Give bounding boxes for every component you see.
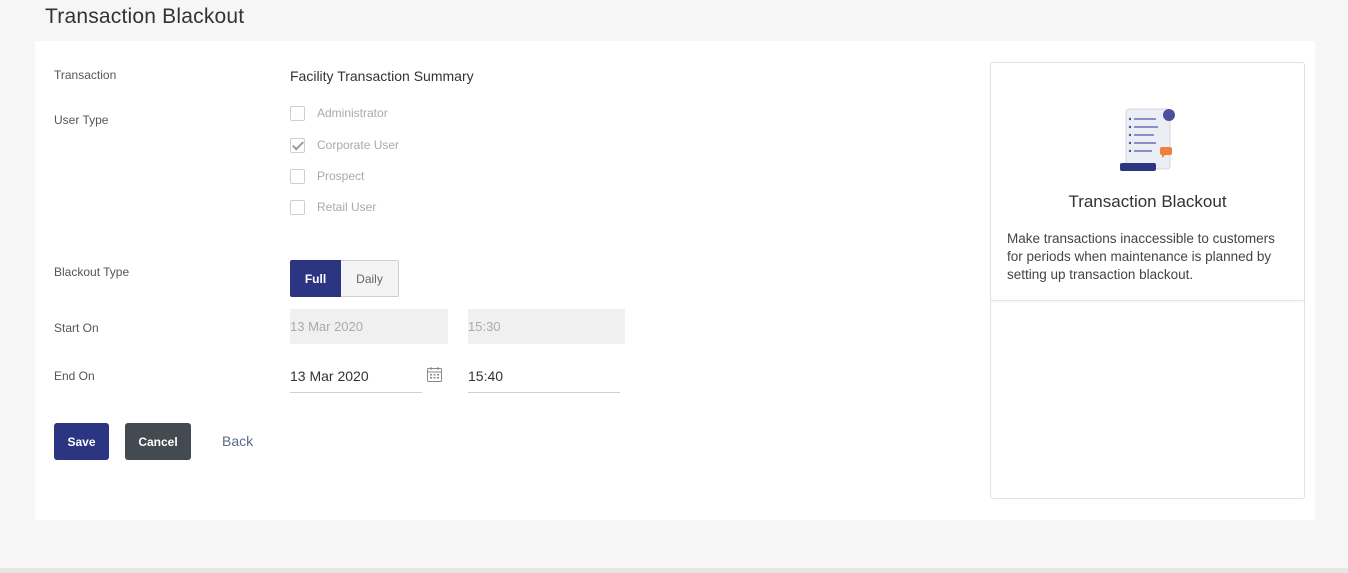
back-link[interactable]: Back [222, 433, 253, 449]
start-on-label: Start On [54, 321, 99, 335]
user-type-option-administrator[interactable]: Administrator [290, 104, 388, 122]
checkbox-label: Administrator [317, 106, 388, 120]
checkbox-label: Prospect [317, 169, 365, 183]
calendar-icon[interactable] [426, 366, 443, 383]
end-on-label: End On [54, 369, 95, 383]
info-panel-description: Make transactions inaccessible to custom… [1007, 231, 1275, 282]
checkbox[interactable] [290, 199, 305, 215]
user-type-option-corporate-user[interactable]: Corporate User [290, 136, 399, 154]
start-date-field: 13 Mar 2020 [290, 309, 448, 344]
user-type-label: User Type [54, 113, 109, 127]
blackout-type-label: Blackout Type [54, 265, 130, 279]
cancel-button[interactable]: Cancel [125, 423, 191, 460]
user-type-option-prospect[interactable]: Prospect [290, 167, 364, 185]
transaction-value: Facility Transaction Summary [290, 68, 474, 84]
end-time-field[interactable]: 15:40 [468, 360, 620, 393]
blackout-type-toggle: Full Daily [290, 260, 399, 297]
blackout-type-daily-button[interactable]: Daily [341, 260, 399, 297]
checkbox[interactable] [290, 168, 305, 184]
save-button[interactable]: Save [54, 423, 109, 460]
user-type-option-retail-user[interactable]: Retail User [290, 198, 376, 216]
info-panel-title: Transaction Blackout [1068, 192, 1227, 211]
end-date-field[interactable]: 13 Mar 2020 [290, 360, 422, 393]
transaction-label: Transaction [54, 68, 117, 82]
document-illustration-icon [1120, 108, 1175, 171]
page-title: Transaction Blackout [45, 5, 245, 28]
start-time-field: 15:30 [468, 309, 625, 344]
checkbox-label: Corporate User [317, 138, 400, 152]
form-card: Transaction Facility Transaction Summary… [35, 41, 1315, 520]
info-panel-header: Transaction Blackout Make transactions i… [991, 63, 1304, 301]
checkbox-label: Retail User [317, 200, 377, 214]
checkbox[interactable] [290, 137, 305, 153]
info-panel: Transaction Blackout Make transactions i… [990, 62, 1305, 499]
bottom-divider [0, 568, 1348, 573]
blackout-type-full-button[interactable]: Full [290, 260, 341, 297]
checkbox[interactable] [290, 105, 305, 121]
